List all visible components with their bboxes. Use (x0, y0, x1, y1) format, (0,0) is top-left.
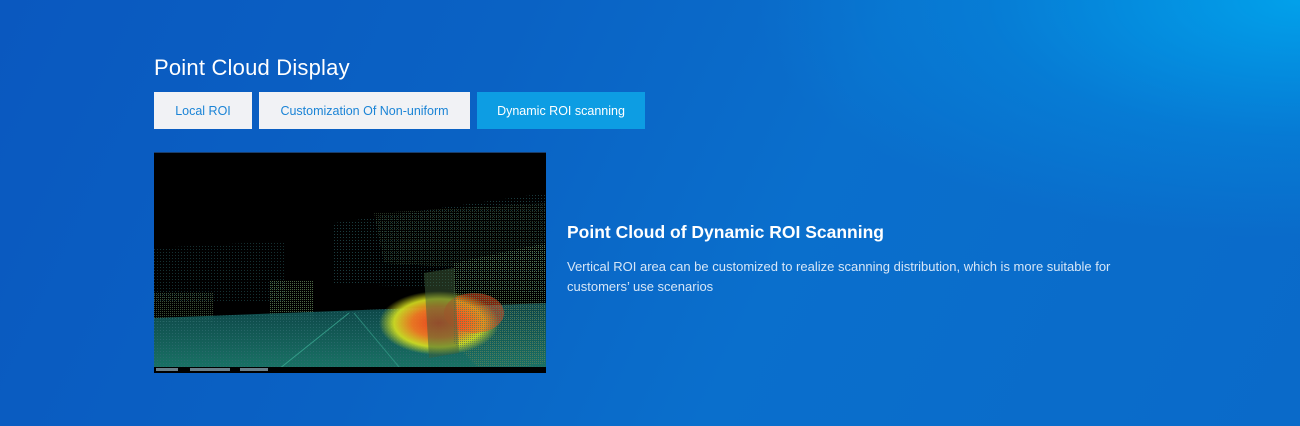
tab-customization-non-uniform[interactable]: Customization Of Non-uniform (259, 92, 470, 129)
tab-dynamic-roi-scanning[interactable]: Dynamic ROI scanning (477, 92, 645, 129)
section-title: Point Cloud Display (154, 55, 350, 80)
tab-bar: Local ROI Customization Of Non-uniform D… (154, 92, 645, 129)
tab-local-roi[interactable]: Local ROI (154, 92, 252, 129)
point-cloud-visual (154, 153, 546, 373)
content-description: Vertical ROI area can be customized to r… (567, 259, 1111, 294)
point-cloud-image (154, 152, 546, 373)
content-title: Point Cloud of Dynamic ROI Scanning (567, 222, 884, 242)
